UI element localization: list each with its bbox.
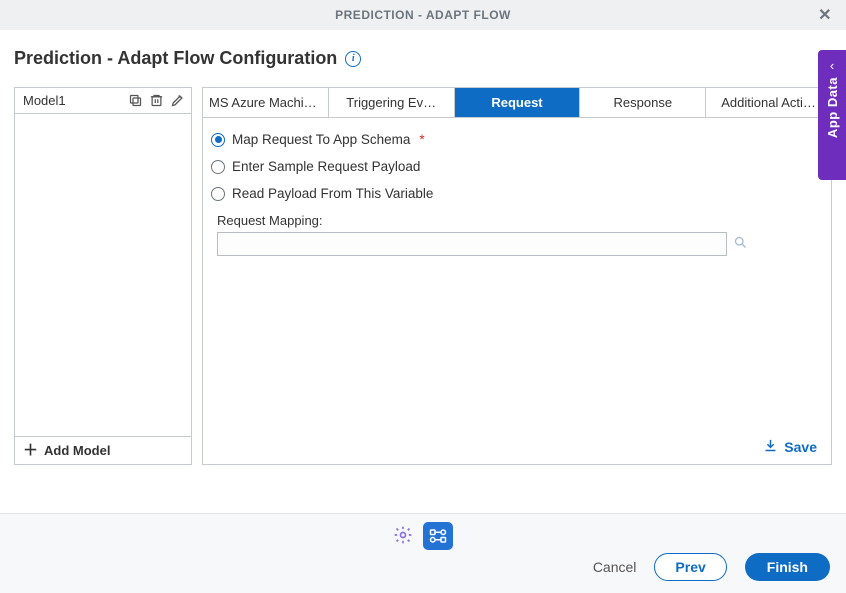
option-label: Enter Sample Request Payload bbox=[232, 159, 420, 174]
radio-icon[interactable] bbox=[211, 133, 225, 147]
dialog-header: PREDICTION - ADAPT FLOW ✕ bbox=[0, 0, 846, 30]
model-item-label: Model1 bbox=[23, 93, 66, 108]
app-data-handle[interactable]: ‹ App Data bbox=[818, 50, 846, 180]
option-read-variable[interactable]: Read Payload From This Variable bbox=[209, 186, 821, 201]
config-panel: MS Azure Machine Lear… Triggering Ev… Re… bbox=[202, 87, 832, 465]
radio-icon[interactable] bbox=[211, 187, 225, 201]
content-area: Prediction - Adapt Flow Configuration i … bbox=[0, 30, 846, 465]
download-icon bbox=[763, 438, 778, 456]
option-sample-payload[interactable]: Enter Sample Request Payload bbox=[209, 159, 821, 174]
gear-icon[interactable] bbox=[393, 525, 413, 548]
tab-additional[interactable]: Additional Acti… bbox=[706, 88, 831, 117]
footer-buttons: Cancel Prev Finish bbox=[593, 553, 830, 581]
model-list-panel: Model1 ＋ Add Model bbox=[14, 87, 192, 465]
option-map-schema[interactable]: Map Request To App Schema * bbox=[209, 132, 821, 147]
required-asterisk: * bbox=[419, 132, 424, 147]
lookup-icon[interactable] bbox=[733, 235, 748, 253]
add-model-button[interactable]: ＋ Add Model bbox=[15, 436, 191, 464]
request-mapping-label: Request Mapping: bbox=[217, 213, 821, 228]
tab-request[interactable]: Request bbox=[455, 88, 581, 117]
footer-bar: Cancel Prev Finish bbox=[0, 513, 846, 593]
close-icon[interactable]: ✕ bbox=[818, 5, 832, 25]
request-mapping-row bbox=[217, 232, 821, 256]
tab-triggering[interactable]: Triggering Ev… bbox=[329, 88, 455, 117]
request-panel-body: Map Request To App Schema * Enter Sample… bbox=[203, 118, 831, 464]
copy-icon[interactable] bbox=[128, 93, 143, 108]
prev-button[interactable]: Prev bbox=[654, 553, 726, 581]
tab-response[interactable]: Response bbox=[580, 88, 706, 117]
main-row: Model1 ＋ Add Model bbox=[14, 87, 832, 465]
option-label: Read Payload From This Variable bbox=[232, 186, 433, 201]
cancel-button[interactable]: Cancel bbox=[593, 559, 637, 575]
chevron-left-icon: ‹ bbox=[830, 58, 834, 73]
model-item-icons bbox=[128, 93, 185, 108]
tab-strip: MS Azure Machine Lear… Triggering Ev… Re… bbox=[203, 87, 831, 118]
app-data-label: App Data bbox=[825, 77, 840, 138]
info-icon[interactable]: i bbox=[345, 51, 361, 67]
edit-icon[interactable] bbox=[170, 93, 185, 108]
delete-icon[interactable] bbox=[149, 93, 164, 108]
mapping-tool-button[interactable] bbox=[423, 522, 453, 550]
option-label: Map Request To App Schema bbox=[232, 132, 410, 147]
model-list-body bbox=[15, 114, 191, 436]
save-button[interactable]: Save bbox=[763, 438, 817, 456]
page-title-row: Prediction - Adapt Flow Configuration i bbox=[14, 48, 832, 69]
add-model-label: Add Model bbox=[44, 443, 110, 458]
plus-icon: ＋ bbox=[23, 443, 38, 458]
page-title: Prediction - Adapt Flow Configuration bbox=[14, 48, 337, 69]
radio-icon[interactable] bbox=[211, 160, 225, 174]
finish-button[interactable]: Finish bbox=[745, 553, 830, 581]
dialog-title: PREDICTION - ADAPT FLOW bbox=[335, 8, 511, 22]
footer-icons bbox=[0, 514, 846, 550]
save-label: Save bbox=[784, 439, 817, 455]
request-mapping-input[interactable] bbox=[217, 232, 727, 256]
tab-azure[interactable]: MS Azure Machine Lear… bbox=[203, 88, 329, 117]
model1-item[interactable]: Model1 bbox=[15, 88, 191, 114]
